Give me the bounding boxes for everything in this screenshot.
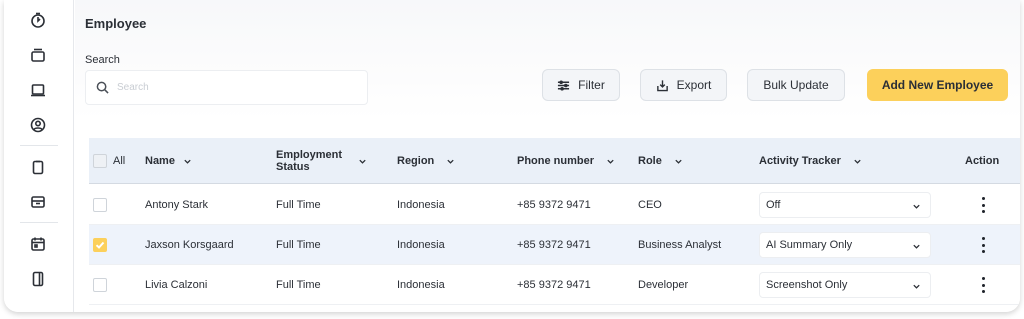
activity-tracker-select[interactable]: AI Summary Only — [759, 232, 931, 258]
select-all-label: All — [113, 155, 126, 167]
cell-employment-status: Full Time — [276, 199, 321, 211]
sidebar-divider — [20, 145, 58, 146]
search-box[interactable] — [85, 70, 368, 105]
add-new-employee-label: Add New Employee — [881, 78, 994, 92]
export-icon — [656, 79, 668, 91]
sidebar-divider — [20, 222, 58, 223]
more-actions-icon[interactable] — [980, 197, 986, 213]
table-row[interactable]: Livia Calzoni Full Time Indonesia +85 93… — [89, 265, 1020, 305]
main-content: Employee Search Filter Export Bulk Updat… — [75, 0, 1020, 312]
clipboard-icon[interactable] — [29, 158, 47, 176]
export-label: Export — [676, 78, 712, 92]
activity-tracker-value: Off — [766, 199, 781, 211]
inbox-icon[interactable] — [29, 46, 47, 64]
chevron-down-icon — [358, 157, 367, 166]
filter-button[interactable]: Filter — [542, 69, 620, 101]
select-all-checkbox[interactable] — [93, 154, 107, 168]
laptop-icon[interactable] — [29, 81, 47, 99]
page-title: Employee — [85, 16, 147, 31]
calendar-icon[interactable] — [29, 235, 47, 253]
chevron-down-icon — [674, 157, 683, 166]
cell-phone: +85 9372 9471 — [517, 279, 591, 291]
column-header-action: Action — [965, 155, 1000, 167]
column-header-activity-tracker[interactable]: Activity Tracker — [759, 138, 862, 184]
column-header-name-label: Name — [145, 155, 175, 167]
app-window: Employee Search Filter Export Bulk Updat… — [4, 0, 1020, 312]
table-row[interactable]: Antony Stark Full Time Indonesia +85 937… — [89, 185, 1020, 225]
bulk-update-button[interactable]: Bulk Update — [747, 69, 845, 101]
column-header-name[interactable]: Name — [145, 138, 192, 184]
column-header-region-label: Region — [397, 155, 435, 167]
export-button[interactable]: Export — [640, 69, 727, 101]
column-header-phone-label: Phone number — [517, 155, 595, 167]
cell-role: Developer — [638, 279, 689, 291]
cell-phone: +85 9372 9471 — [517, 239, 591, 251]
cell-name: Antony Stark — [145, 199, 208, 211]
more-actions-icon[interactable] — [980, 277, 986, 293]
filter-label: Filter — [578, 78, 605, 92]
cell-employment-status: Full Time — [276, 279, 321, 291]
activity-tracker-select[interactable]: Screenshot Only — [759, 272, 931, 298]
chevron-down-icon — [183, 157, 192, 166]
chevron-down-icon — [606, 157, 615, 166]
chevron-down-icon — [912, 282, 921, 291]
row-checkbox[interactable] — [93, 198, 107, 212]
table-header: All Name Employment Status Region Phone … — [89, 138, 1020, 184]
column-header-activity-tracker-label: Activity Tracker — [759, 155, 841, 167]
search-input[interactable] — [117, 82, 347, 93]
more-actions-icon[interactable] — [980, 237, 986, 253]
cell-region: Indonesia — [397, 199, 445, 211]
user-circle-icon[interactable] — [29, 116, 47, 134]
cell-phone: +85 9372 9471 — [517, 199, 591, 211]
timer-icon[interactable] — [29, 11, 47, 29]
search-label: Search — [85, 54, 120, 66]
chevron-down-icon — [912, 202, 921, 211]
row-checkbox[interactable] — [93, 278, 107, 292]
sidebar — [4, 0, 74, 312]
column-header-role[interactable]: Role — [638, 138, 683, 184]
cell-region: Indonesia — [397, 239, 445, 251]
archive-icon[interactable] — [29, 193, 47, 211]
cell-name: Livia Calzoni — [145, 279, 208, 291]
chevron-down-icon — [446, 157, 455, 166]
cell-employment-status: Full Time — [276, 239, 321, 251]
column-header-role-label: Role — [638, 155, 662, 167]
activity-tracker-value: AI Summary Only — [766, 239, 853, 251]
bulk-update-label: Bulk Update — [763, 78, 829, 92]
add-new-employee-button[interactable]: Add New Employee — [867, 69, 1008, 101]
chevron-down-icon — [853, 157, 862, 166]
tablet-icon[interactable] — [29, 270, 47, 288]
search-icon — [96, 81, 109, 94]
chevron-down-icon — [912, 242, 921, 251]
activity-tracker-value: Screenshot Only — [766, 279, 848, 291]
sliders-icon — [558, 79, 570, 91]
column-header-phone[interactable]: Phone number — [517, 138, 615, 184]
table-row[interactable]: Jaxson Korsgaard Full Time Indonesia +85… — [89, 225, 1020, 265]
cell-region: Indonesia — [397, 279, 445, 291]
column-header-employment-status-label: Employment Status — [276, 149, 343, 173]
cell-name: Jaxson Korsgaard — [145, 239, 234, 251]
row-checkbox[interactable] — [93, 238, 107, 252]
column-header-region[interactable]: Region — [397, 138, 455, 184]
activity-tracker-select[interactable]: Off — [759, 192, 931, 218]
checkmark-icon — [95, 241, 105, 249]
column-header-employment-status[interactable]: Employment Status — [276, 138, 367, 184]
cell-role: CEO — [638, 199, 662, 211]
cell-role: Business Analyst — [638, 239, 722, 251]
